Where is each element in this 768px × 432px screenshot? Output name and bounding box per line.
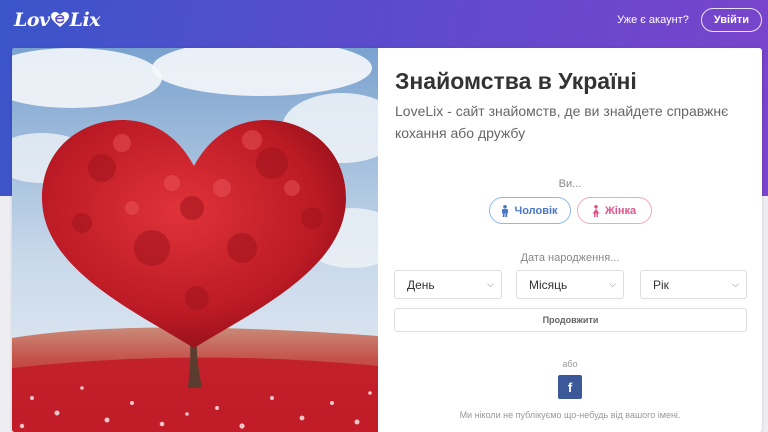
- already-have-account-text: Уже є акаунт?: [617, 14, 689, 26]
- male-person-icon: [501, 204, 509, 217]
- privacy-note: Ми ніколи не публікуємо що-небудь від ва…: [459, 410, 681, 420]
- signup-card: Знайомства в Україні LoveLix - сайт знай…: [12, 48, 762, 432]
- male-button-label: Чоловік: [514, 204, 558, 217]
- month-select-value: Місяць: [529, 277, 568, 292]
- top-bar: Lov Lix Уже є акаунт? Увійти: [0, 0, 768, 40]
- login-button[interactable]: Увійти: [700, 8, 762, 32]
- chevron-down-icon: ⌵: [732, 279, 739, 289]
- female-person-icon: [592, 204, 600, 217]
- gender-selector: Чоловік Жінка: [378, 197, 762, 224]
- or-divider: або: [562, 359, 578, 369]
- birthdate-label: Дата народження...: [520, 252, 620, 264]
- facebook-login-button[interactable]: f: [558, 375, 582, 399]
- lovelix-logo[interactable]: Lov Lix: [14, 9, 100, 31]
- heart-e-icon: [50, 12, 69, 28]
- gender-question-label: Ви...: [558, 178, 582, 190]
- logo-text-right: Lix: [69, 9, 101, 31]
- continue-button[interactable]: Продовжити: [394, 308, 747, 332]
- year-select-value: Рік: [653, 277, 669, 292]
- month-select[interactable]: Місяць ⌵: [516, 270, 624, 299]
- page-subtitle: LoveLix - сайт знайомств, де ви знайдете…: [395, 103, 729, 141]
- logo-text-left: Lov: [14, 9, 50, 31]
- page-title: Знайомства в Україні: [395, 68, 637, 94]
- year-select[interactable]: Рік ⌵: [640, 270, 747, 299]
- facebook-icon: f: [567, 379, 573, 395]
- day-select-value: День: [407, 277, 435, 292]
- heart-tree-photo: [12, 48, 378, 432]
- male-button[interactable]: Чоловік: [488, 197, 571, 224]
- female-button-label: Жінка: [604, 204, 637, 217]
- signup-form: Знайомства в Україні LoveLix - сайт знай…: [378, 48, 762, 432]
- female-button[interactable]: Жінка: [576, 197, 652, 224]
- chevron-down-icon: ⌵: [609, 279, 616, 289]
- day-select[interactable]: День ⌵: [394, 270, 502, 299]
- chevron-down-icon: ⌵: [487, 279, 494, 289]
- account-area: Уже є акаунт? Увійти: [617, 8, 762, 32]
